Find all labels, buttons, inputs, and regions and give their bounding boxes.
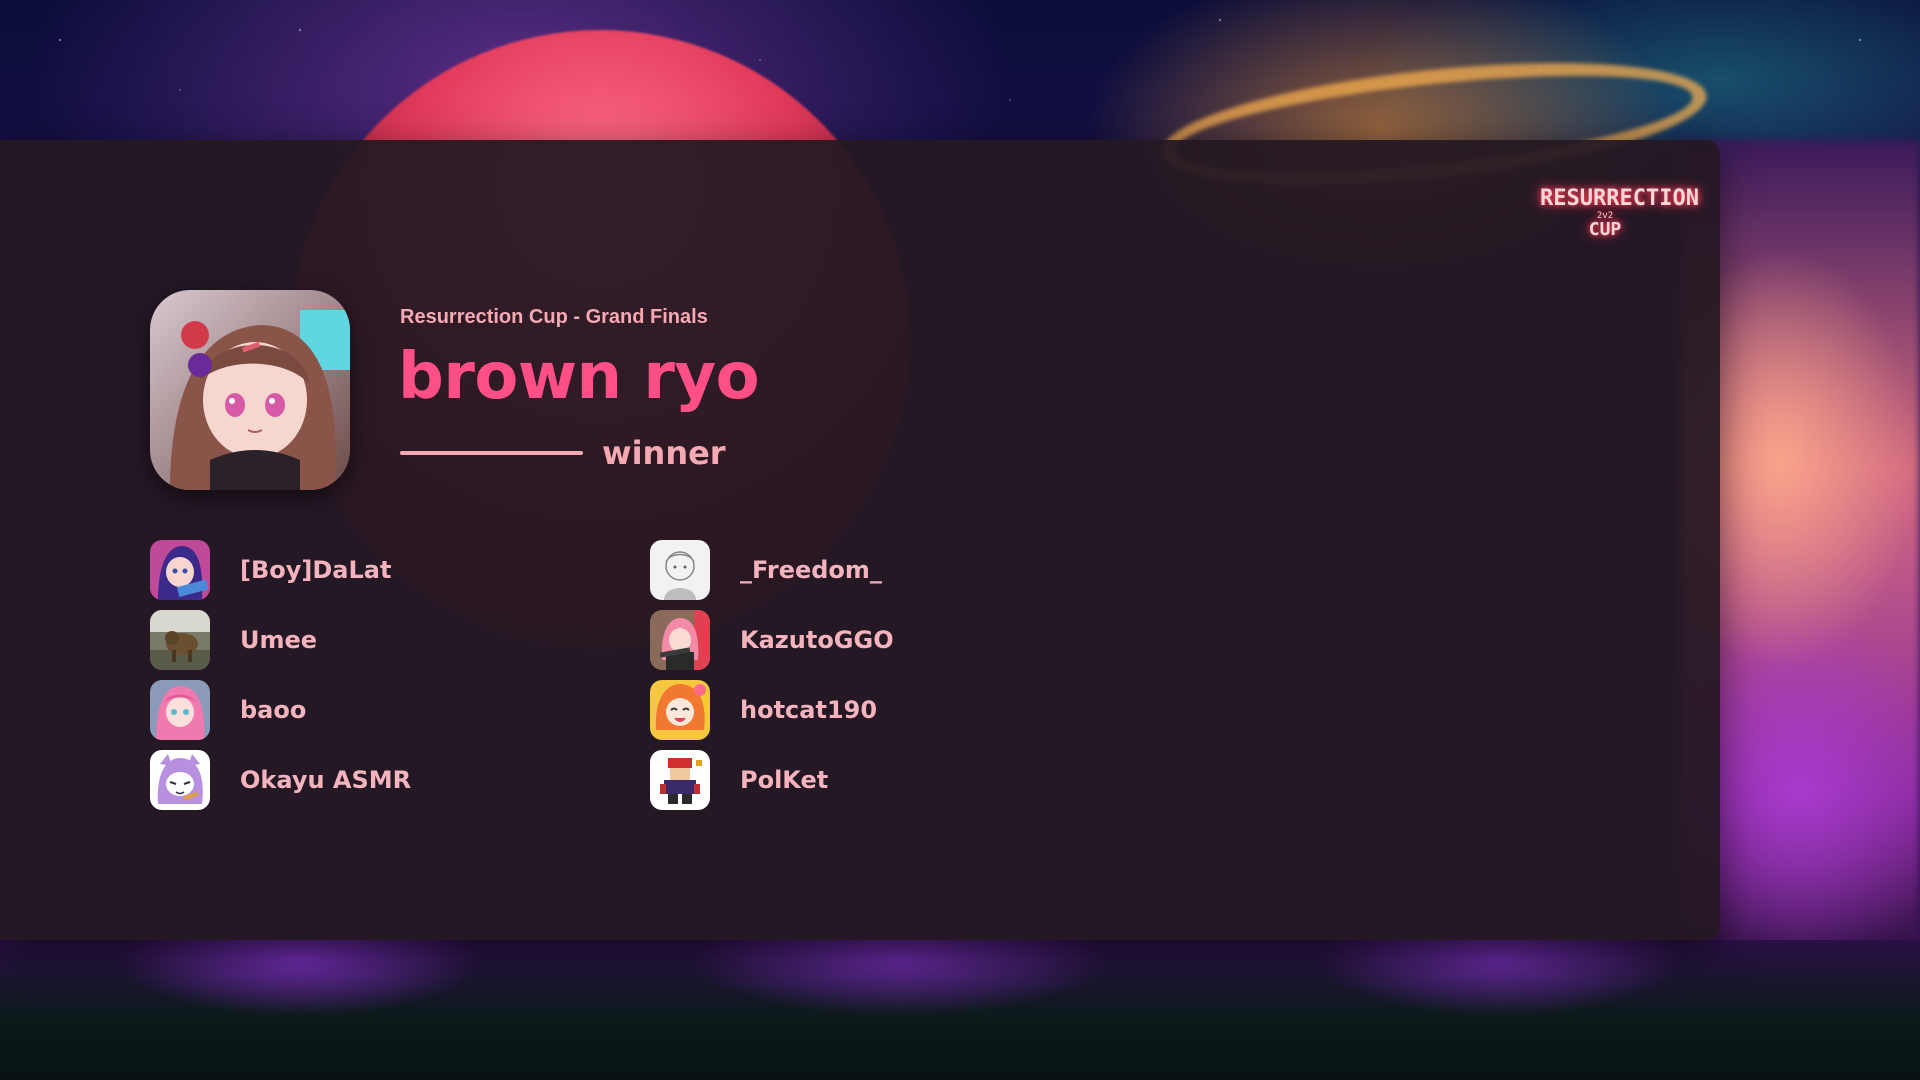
player-avatar: [150, 750, 210, 810]
player-name: Okayu ASMR: [240, 766, 412, 794]
player-name: Umee: [240, 626, 318, 654]
anime-avatar-icon: [650, 610, 710, 670]
logo-line-1: RESURRECTION: [1540, 186, 1699, 211]
player-name: [Boy]DaLat: [240, 556, 392, 584]
sketch-avatar-icon: [650, 540, 710, 600]
player-row: PolKet: [650, 750, 828, 810]
animal-photo-avatar-icon: [150, 610, 210, 670]
player-name: PolKet: [740, 766, 829, 794]
player-name: KazutoGGO: [740, 626, 894, 654]
ground-silhouette-background: [0, 940, 1920, 1080]
player-row: KazutoGGO: [650, 610, 894, 670]
resurrection-cup-logo: RESURRECTION 2v2 CUP: [1540, 186, 1699, 240]
results-panel: RESURRECTION 2v2 CUP Resurrection Cup - …: [0, 140, 1720, 940]
anime-avatar-icon: [150, 540, 210, 600]
player-avatar: [650, 610, 710, 670]
player-name: hotcat190: [740, 696, 878, 724]
player-avatar: [150, 540, 210, 600]
anime-girl-avatar-icon: [150, 290, 350, 490]
winner-name: brown ryo: [398, 340, 760, 414]
player-row: hotcat190: [650, 680, 877, 740]
player-avatar: [150, 610, 210, 670]
player-avatar: [650, 540, 710, 600]
player-avatar: [650, 750, 710, 810]
logo-line-3: CUP: [1588, 219, 1622, 240]
winner-avatar: [150, 290, 350, 490]
event-subtitle: Resurrection Cup - Grand Finals: [400, 306, 708, 328]
player-row: Okayu ASMR: [150, 750, 411, 810]
winner-label: winner: [602, 434, 726, 472]
screen: RESURRECTION 2v2 CUP Resurrection Cup - …: [0, 0, 1920, 1080]
pixel-art-avatar-icon: [650, 750, 710, 810]
player-avatar: [650, 680, 710, 740]
anime-avatar-icon: [650, 680, 710, 740]
player-row: _Freedom_: [650, 540, 882, 600]
player-avatar: [150, 680, 210, 740]
player-row: [Boy]DaLat: [150, 540, 391, 600]
anime-avatar-icon: [150, 750, 210, 810]
player-row: baoo: [150, 680, 306, 740]
player-name: baoo: [240, 696, 307, 724]
winner-divider: [400, 451, 583, 455]
player-name: _Freedom_: [740, 556, 882, 584]
player-row: Umee: [150, 610, 317, 670]
anime-avatar-icon: [150, 680, 210, 740]
